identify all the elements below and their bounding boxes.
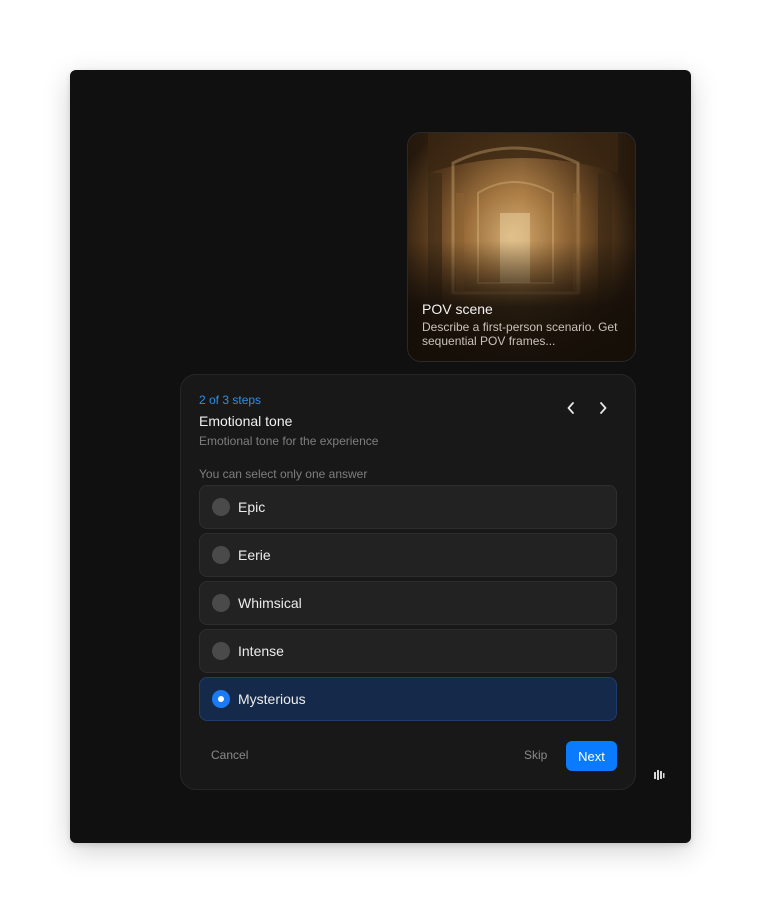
question-step-card: 2 of 3 steps Emotional tone Emotional to…	[180, 374, 636, 790]
option-whimsical[interactable]: Whimsical	[199, 581, 617, 625]
option-label: Whimsical	[238, 595, 302, 611]
step-title: Emotional tone	[199, 413, 293, 429]
option-eerie[interactable]: Eerie	[199, 533, 617, 577]
previous-step-button[interactable]	[560, 397, 582, 419]
option-label: Mysterious	[238, 691, 306, 707]
option-label: Intense	[238, 643, 284, 659]
radio-button-selected[interactable]	[212, 690, 230, 708]
option-mysterious[interactable]: Mysterious	[199, 677, 617, 721]
step-counter: 2 of 3 steps	[199, 393, 262, 407]
answer-options: Epic Eerie Whimsical Intense Mysterious	[199, 485, 617, 725]
selection-hint: You can select only one answer	[199, 467, 368, 481]
next-button[interactable]: Next	[566, 741, 617, 771]
step-subtitle: Emotional tone for the experience	[199, 434, 379, 448]
option-label: Eerie	[238, 547, 271, 563]
cancel-button[interactable]: Cancel	[211, 748, 248, 762]
scene-title: POV scene	[422, 301, 493, 317]
chevron-right-icon	[600, 402, 607, 414]
radio-button[interactable]	[212, 498, 230, 516]
brand-logo-icon[interactable]	[653, 769, 665, 781]
radio-button[interactable]	[212, 594, 230, 612]
pov-scene-card[interactable]: POV scene Describe a first-person scenar…	[407, 132, 636, 362]
option-epic[interactable]: Epic	[199, 485, 617, 529]
scene-description: Describe a first-person scenario. Get se…	[422, 320, 618, 348]
next-step-arrow-button[interactable]	[592, 397, 614, 419]
app-window: POV scene Describe a first-person scenar…	[70, 70, 691, 843]
chevron-left-icon	[567, 402, 574, 414]
skip-button[interactable]: Skip	[524, 748, 547, 762]
option-label: Epic	[238, 499, 266, 515]
radio-button[interactable]	[212, 546, 230, 564]
radio-button[interactable]	[212, 642, 230, 660]
option-intense[interactable]: Intense	[199, 629, 617, 673]
